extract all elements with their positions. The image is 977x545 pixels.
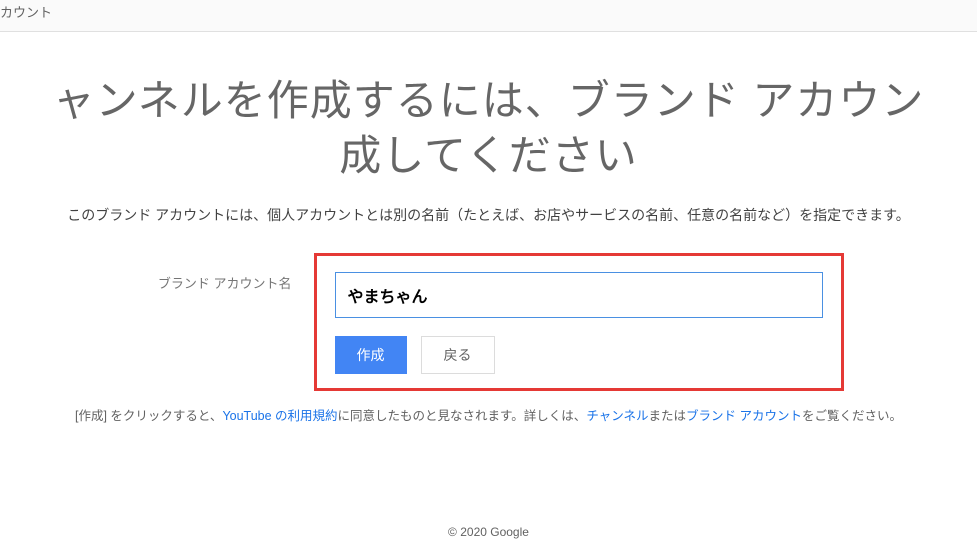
channel-link[interactable]: チャンネル — [586, 409, 648, 423]
page-description: このブランド アカウントには、個人アカウントとは別の名前（たとえば、お店やサービ… — [0, 205, 977, 225]
top-bar: カウント — [0, 0, 977, 32]
brand-account-link[interactable]: ブランド アカウント — [686, 409, 802, 423]
back-button[interactable]: 戻る — [421, 336, 495, 374]
create-button[interactable]: 作成 — [335, 336, 407, 374]
terms-text-2: に同意したものと見なされます。詳しくは、 — [338, 409, 587, 423]
page-title: ャンネルを作成するには、ブランド アカウン 成してください — [0, 74, 977, 183]
highlight-box: 作成 戻る — [314, 253, 844, 391]
form-area: ブランド アカウント名 作成 戻る — [119, 253, 859, 391]
main-content: ャンネルを作成するには、ブランド アカウン 成してください このブランド アカウ… — [0, 32, 977, 424]
terms-text-4: をご覧ください。 — [802, 409, 902, 423]
title-line1: ャンネルを作成するには、ブランド アカウン — [0, 74, 977, 129]
youtube-terms-link[interactable]: YouTube の利用規約 — [222, 409, 337, 423]
terms-text-1: [作成] をクリックすると、 — [75, 409, 222, 423]
brand-account-name-label: ブランド アカウント名 — [134, 253, 314, 292]
title-line2: 成してください — [0, 129, 977, 184]
terms-text-3: または — [648, 409, 686, 423]
brand-account-name-input[interactable] — [335, 272, 823, 318]
terms-text: [作成] をクリックすると、YouTube の利用規約に同意したものと見なされま… — [0, 405, 977, 424]
button-row: 作成 戻る — [335, 336, 823, 374]
footer-copyright: © 2020 Google — [0, 525, 977, 539]
topbar-label: カウント — [0, 2, 52, 21]
